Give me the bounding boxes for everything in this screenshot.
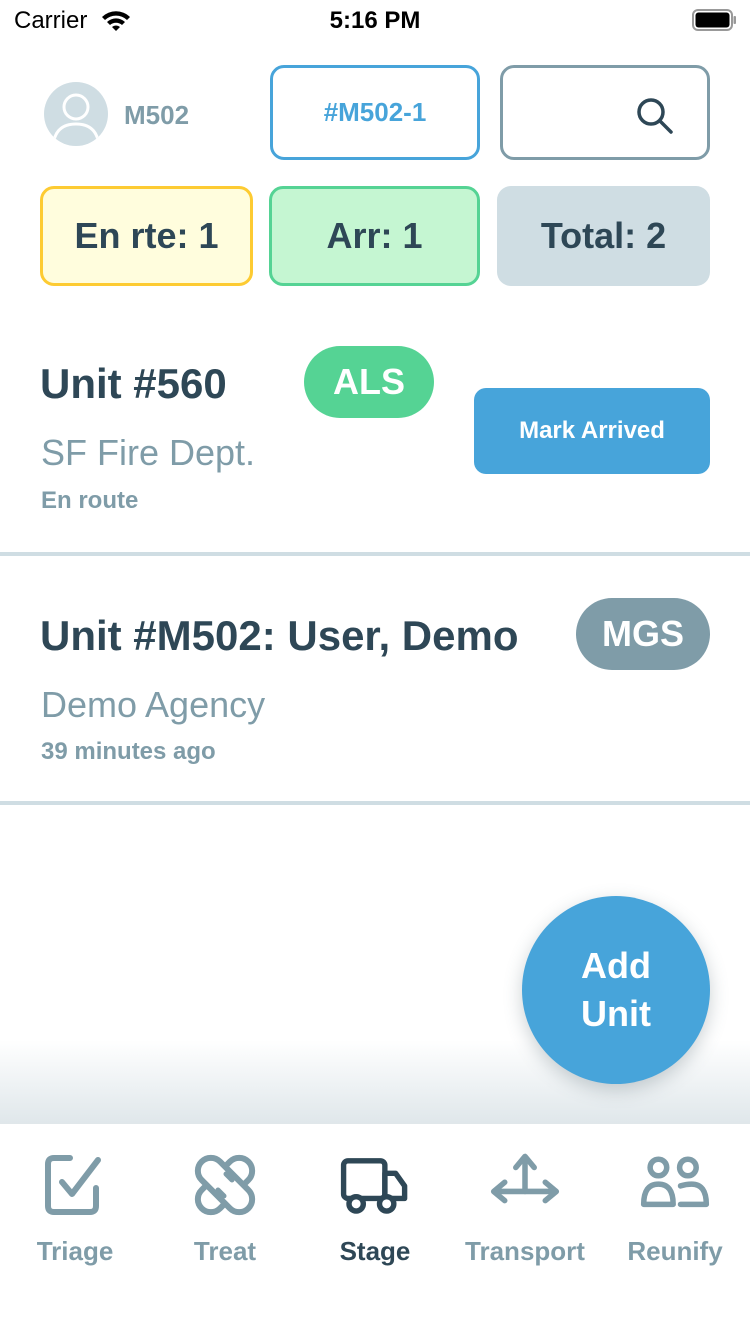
tab-label: Treat: [193, 1236, 257, 1266]
divider: [0, 801, 750, 805]
search-input[interactable]: [500, 65, 710, 160]
add-unit-button[interactable]: Add Unit: [522, 896, 710, 1084]
arrived-count-tile[interactable]: Arr: 1: [269, 186, 480, 286]
unit-agency: SF Fire Dept.: [41, 432, 256, 473]
unit-list-item[interactable]: Unit #560 ALS SF Fire Dept. En route Mar…: [0, 320, 750, 556]
en-route-count-tile[interactable]: En rte: 1: [40, 186, 253, 286]
tab-stage[interactable]: Stage: [300, 1124, 450, 1294]
tab-triage[interactable]: Triage: [0, 1124, 150, 1294]
incident-button[interactable]: #M502-1: [270, 65, 480, 160]
total-count-tile[interactable]: Total: 2: [497, 186, 710, 286]
tab-label: Triage: [36, 1236, 114, 1266]
unit-type-badge: ALS: [304, 346, 434, 418]
unit-title: Unit #560: [40, 360, 227, 407]
tab-label: Transport: [465, 1236, 585, 1266]
arrows-icon: [490, 1153, 560, 1204]
checkbox-icon: [45, 1155, 101, 1215]
tab-treat[interactable]: Treat: [150, 1124, 300, 1294]
tab-label: Reunify: [627, 1236, 723, 1266]
unit-agency: Demo Agency: [41, 684, 266, 725]
avatar[interactable]: [44, 82, 108, 146]
tab-transport[interactable]: Transport: [450, 1124, 600, 1294]
people-icon: [640, 1156, 710, 1208]
add-unit-label-line1: Add: [581, 945, 651, 986]
unit-timestamp: 39 minutes ago: [41, 738, 216, 765]
user-avatar-icon: [52, 93, 100, 141]
user-label: M502: [124, 100, 190, 130]
tab-reunify[interactable]: Reunify: [600, 1124, 750, 1294]
tab-bar: Triage Treat Stage Transport Reunify: [0, 1124, 750, 1334]
battery-icon: [692, 9, 736, 31]
tab-label: Stage: [339, 1236, 411, 1266]
bandage-icon: [194, 1154, 256, 1216]
unit-title: Unit #M502: User, Demo: [40, 612, 519, 659]
status-bar: Carrier 5:16 PM: [0, 0, 750, 40]
unit-status: En route: [41, 487, 139, 514]
search-icon[interactable]: [635, 96, 675, 136]
mark-arrived-button[interactable]: Mark Arrived: [474, 388, 710, 474]
truck-icon: [340, 1158, 408, 1214]
status-time: 5:16 PM: [329, 7, 421, 34]
unit-type-badge: MGS: [576, 598, 710, 670]
unit-list-item[interactable]: Unit #M502: User, Demo MGS Demo Agency 3…: [0, 556, 750, 805]
add-unit-label-line2: Unit: [581, 993, 651, 1034]
